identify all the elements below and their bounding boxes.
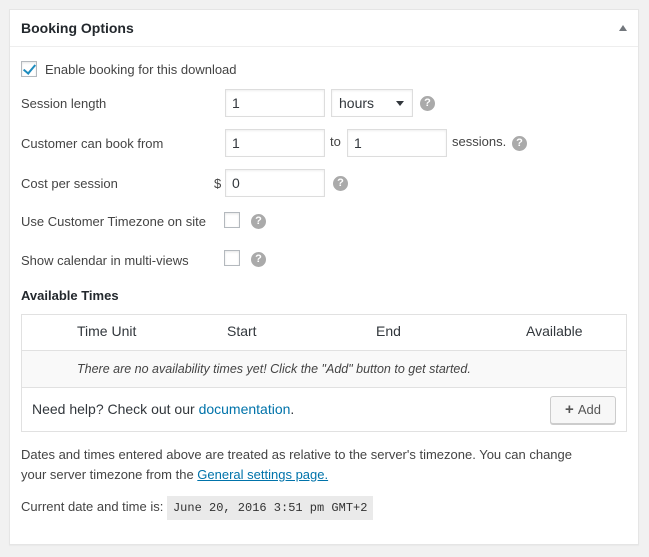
customer-timezone-label: Use Customer Timezone on site <box>21 214 206 229</box>
add-button-label: Add <box>577 402 601 417</box>
help-suffix: . <box>290 401 295 417</box>
plus-icon: + <box>565 401 574 418</box>
documentation-help-text: Need help? Check out our documentation. <box>32 401 294 417</box>
column-header-start: Start <box>227 323 257 339</box>
current-datetime: Current date and time is: June 20, 2016 … <box>21 496 374 520</box>
chevron-down-icon <box>396 101 404 106</box>
column-header-time-unit: Time Unit <box>77 323 137 339</box>
session-unit-value: hours <box>339 95 375 111</box>
current-datetime-label: Current date and time is: <box>21 499 164 514</box>
help-icon[interactable]: ? <box>251 214 266 229</box>
timezone-note-line1: Dates and times entered above are treate… <box>21 447 572 462</box>
column-header-available: Available <box>526 323 583 339</box>
help-icon[interactable]: ? <box>333 176 348 191</box>
cost-per-session-label: Cost per session <box>21 176 118 191</box>
current-datetime-value: June 20, 2016 3:51 pm GMT+2 <box>166 496 374 520</box>
timezone-note-line2: your server timezone from the General se… <box>21 465 572 485</box>
documentation-link[interactable]: documentation <box>199 401 291 417</box>
help-prefix: Need help? Check out our <box>32 401 199 417</box>
to-label: to <box>330 134 341 149</box>
add-time-button[interactable]: + Add <box>550 396 616 424</box>
available-times-table: Time Unit Start End Available There are … <box>21 314 627 432</box>
timezone-note-prefix: your server timezone from the <box>21 467 198 482</box>
panel-header: Booking Options <box>10 10 638 47</box>
cost-per-session-input[interactable]: 0 <box>225 169 325 197</box>
help-icon[interactable]: ? <box>251 252 266 267</box>
column-header-end: End <box>376 323 401 339</box>
empty-state-message: There are no availability times yet! Cli… <box>77 362 471 376</box>
collapse-arrow-icon[interactable] <box>619 25 627 31</box>
show-calendar-label: Show calendar in multi-views <box>21 253 189 268</box>
show-calendar-checkbox[interactable] <box>224 250 240 266</box>
booking-options-panel: Booking Options Enable booking for this … <box>9 9 639 545</box>
general-settings-link[interactable]: General settings page. <box>197 467 328 482</box>
book-to-input[interactable]: 1 <box>347 129 447 157</box>
help-icon[interactable]: ? <box>420 96 435 111</box>
currency-symbol: $ <box>214 176 222 191</box>
book-from-input[interactable]: 1 <box>225 129 325 157</box>
help-icon[interactable]: ? <box>512 136 527 151</box>
empty-state-row: There are no availability times yet! Cli… <box>22 350 626 388</box>
panel-title: Booking Options <box>21 20 134 36</box>
timezone-note: Dates and times entered above are treate… <box>21 445 572 485</box>
session-unit-select[interactable]: hours <box>331 89 413 117</box>
sessions-suffix: sessions. <box>452 134 507 149</box>
session-length-label: Session length <box>21 96 107 111</box>
session-length-input[interactable]: 1 <box>225 89 325 117</box>
available-times-title: Available Times <box>21 288 119 303</box>
book-from-label: Customer can book from <box>21 136 164 151</box>
enable-booking-checkbox[interactable] <box>21 61 37 77</box>
customer-timezone-checkbox[interactable] <box>224 212 240 228</box>
enable-booking-label: Enable booking for this download <box>45 62 237 77</box>
